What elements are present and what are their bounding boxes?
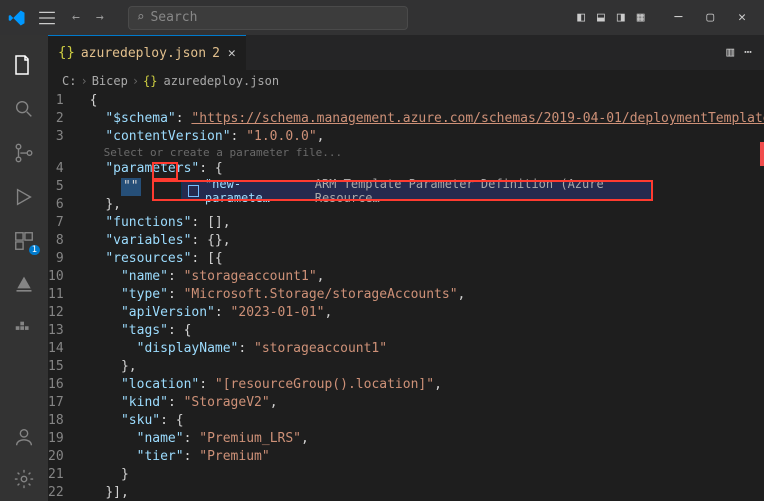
suggestion-label: "new-paramete… xyxy=(205,177,299,205)
activity-bar: 1 xyxy=(0,35,48,501)
more-actions-icon[interactable]: ⋯ xyxy=(744,45,752,60)
code-content[interactable]: { "$schema": "https://schema.management.… xyxy=(78,92,764,501)
chevron-icon: › xyxy=(80,74,87,88)
search-placeholder: Search xyxy=(150,10,197,25)
search-icon: ⌕ xyxy=(137,10,145,25)
azure-icon[interactable] xyxy=(12,273,36,297)
titlebar: ← → ⌕ Search ◧ ⬓ ◨ ▦ ─ ▢ ✕ xyxy=(0,0,764,35)
minimize-icon[interactable]: ─ xyxy=(665,10,693,25)
code-editor[interactable]: 1 2 3 4 5 6 7 8 9 10 11 12 13 14 15 16 1… xyxy=(48,92,764,501)
run-debug-icon[interactable] xyxy=(12,185,36,209)
editor-tabs: {} azuredeploy.json 2 ✕ ▥ ⋯ xyxy=(48,35,764,70)
cursor-line[interactable]: "" xyxy=(121,178,141,196)
split-editor-icon[interactable]: ▥ xyxy=(726,45,734,60)
line-gutter: 1 2 3 4 5 6 7 8 9 10 11 12 13 14 15 16 1… xyxy=(48,92,78,501)
vscode-icon xyxy=(8,9,26,27)
tab-modified-indicator: 2 xyxy=(212,46,220,61)
intellisense-suggestion[interactable]: "new-paramete… ARM Template Parameter De… xyxy=(181,181,651,200)
layout-panel-right-icon[interactable]: ◨ xyxy=(613,6,629,29)
breadcrumb-root[interactable]: C: xyxy=(62,74,76,88)
breadcrumb-file[interactable]: azuredeploy.json xyxy=(164,74,280,88)
json-file-icon: {} xyxy=(143,74,157,88)
tab-filename: azuredeploy.json xyxy=(81,46,206,61)
tab-close-icon[interactable]: ✕ xyxy=(228,46,236,61)
chevron-icon: › xyxy=(132,74,139,88)
nav-back-icon[interactable]: ← xyxy=(72,10,80,25)
menu-icon[interactable] xyxy=(38,9,56,27)
snippet-icon xyxy=(188,185,199,197)
breadcrumbs[interactable]: C: › Bicep › {} azuredeploy.json xyxy=(48,70,764,92)
docker-icon[interactable] xyxy=(12,317,36,341)
accounts-icon[interactable] xyxy=(12,425,36,449)
explorer-icon[interactable] xyxy=(12,53,36,77)
layout-panel-bottom-icon[interactable]: ⬓ xyxy=(593,6,609,29)
codelens-hint[interactable]: Select or create a parameter file... xyxy=(90,146,764,160)
settings-icon[interactable] xyxy=(12,467,36,491)
maximize-icon[interactable]: ▢ xyxy=(696,10,724,25)
layout-customize-icon[interactable]: ▦ xyxy=(633,6,649,29)
close-icon[interactable]: ✕ xyxy=(728,10,756,25)
tab-azuredeploy[interactable]: {} azuredeploy.json 2 ✕ xyxy=(48,35,246,70)
breadcrumb-folder[interactable]: Bicep xyxy=(92,74,128,88)
suggestion-desc: ARM Template Parameter Definition (Azure… xyxy=(315,177,650,205)
layout-panel-left-icon[interactable]: ◧ xyxy=(573,6,589,29)
json-file-icon: {} xyxy=(58,45,75,61)
nav-forward-icon[interactable]: → xyxy=(96,10,104,25)
minimap-error-marker[interactable] xyxy=(760,142,764,166)
source-control-icon[interactable] xyxy=(12,141,36,165)
extensions-icon[interactable]: 1 xyxy=(12,229,36,253)
search-activity-icon[interactable] xyxy=(12,97,36,121)
search-input[interactable]: ⌕ Search xyxy=(128,6,408,30)
